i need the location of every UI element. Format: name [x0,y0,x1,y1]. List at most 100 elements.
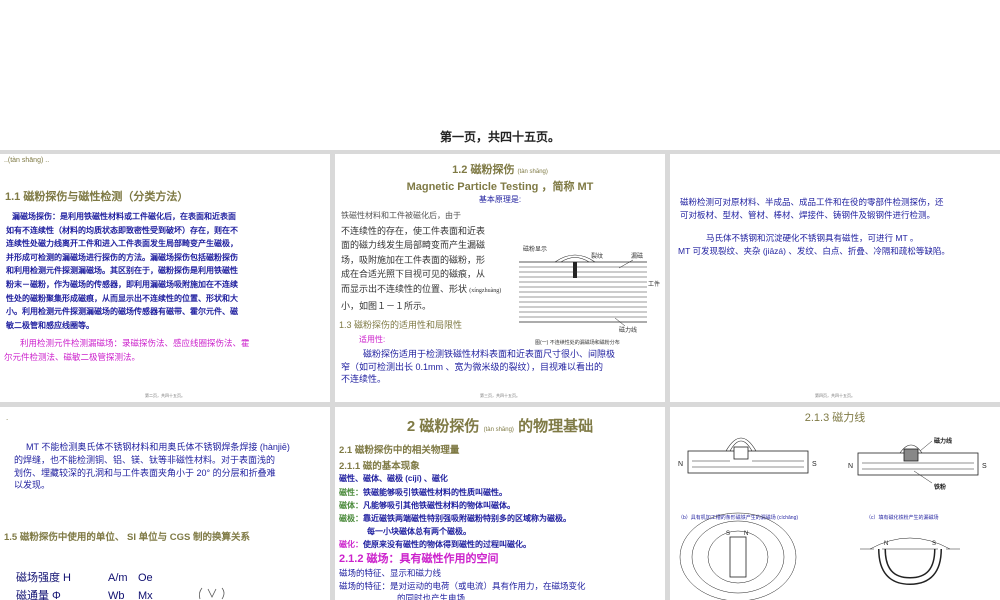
field-lines-diagram: S N [679,512,797,600]
suit-line: 磁粉探伤适用于检测铁磁性材料表面和近表面尺寸很小、间隙极 [363,349,616,359]
def-term: 磁极： [339,514,363,523]
unit-cgs: Mx [138,590,153,600]
suit-line: 窄（如可检测出长 0.1mm 、宽为微米级的裂纹），目视难以看出的 [341,361,604,372]
text-line: 马氏体不锈钢和沉淀硬化不锈钢具有磁性，可进行 MT 。 [706,233,919,243]
fig-label-flux: 磁力线 [619,326,637,334]
pole-n: N [678,461,683,468]
section-heading: 1.3 磁粉探伤的适用性和局限性 [339,320,463,330]
def-row: 磁体：凡能够吸引其他铁磁性材料的物体叫磁体。 [339,499,571,512]
unit-si: Wb [108,590,125,600]
horseshoe-magnet-diagram: N S [860,537,960,586]
slide-1-2: 1.2 磁粉探伤 (tàn shāng) Magnetic Particle T… [335,154,665,402]
caption-b: （b）具有机加工槽的条形磁铁产生的漏磁场 (cíchǎng) [678,514,798,521]
slide-footer: 第三页，共四十五页。 [480,393,520,398]
suit-line: 不连续性。 [341,374,387,384]
slide-title: 1.2 磁粉探伤 (tàn shāng) [335,161,665,177]
title-ruby: (tàn shāng) [517,169,548,175]
magnetic-field-diagrams: N S 磁力线 铁粉 N S （b）具有机加工槽的条形磁铁产生的漏磁场 (cíc… [678,437,987,600]
section-h2: 2.1.1 磁的基本现象 [339,461,420,472]
label-iron: 铁粉 [934,483,946,491]
def-note: 每一小块磁体总有两个磁极。 [367,527,471,536]
def-text: 凡能够吸引其他铁磁性材料的物体叫磁体。 [363,501,515,510]
para-line: 并形成可检测的漏磁场进行探伤的方法。漏磁场探伤包括磁粉探伤 [6,252,238,262]
para-line: 粉末－磁粉，作为磁场的传感器，即利用漏磁场吸附施加在不连续 [6,279,238,289]
text-line: 以发现。 [14,480,51,491]
pole-s: S [932,541,936,547]
para-line: 漏磁场探伤：是利用铁磁性材料或工件磁化后，在表面和近表面 [12,212,236,221]
magenta-methods: 利用检测元件检测漏磁场：录磁探伤法、感应线圈探伤法、霍 尔元件检测法、磁敏二极管… [4,336,250,364]
caption-c: （c）填有磁化铁粉产生的漏磁场 [866,514,939,521]
title-text: 1.2 磁粉探伤 [452,164,515,176]
corner-dot: . [6,413,9,422]
fig-label-powder: 磁粉显示 [523,245,547,253]
def-row: 磁性：铁磁能够吸引铁磁性材料的性质叫磁性。 [339,486,571,499]
text-line: 划伤、埋藏较深的孔洞和与工件表面夹角小于 20° 的分层和折叠难 [14,467,276,478]
slide-title: 2.1.3 磁力线 [804,412,866,424]
detectable-defects: 马氏体不锈钢和沉淀硬化不锈钢具有磁性，可进行 MT 。 MT 可发现裂纹、夹杂 … [678,232,950,257]
method-line: 尔元件检测法、磁敏二极管探测法。 [4,352,141,362]
text-line: 磁场的特征、显示和磁力线 [339,568,442,578]
text-line: 磁粉检测可对原材料、半成品、成品工件和在役的零部件检测探伤，还 [680,197,944,207]
def-term: 磁性： [339,488,363,497]
iron-filled-bar-magnet-diagram: 磁力线 铁粉 N S [848,437,987,491]
body-line: 而显示出不连续性的位置、形状 [341,283,468,294]
def-text: 使原来没有磁性的物体得到磁性的过程叫磁化。 [363,540,531,549]
unit-row: 磁场强度 H A/m Oe [16,569,153,587]
text-line: MT 可发现裂纹、夹杂 (jiāzá) 、发纹、白点、折叠、冷隔和疏松等缺陷。 [678,245,950,256]
page-caption: 第一页，共四十五页。 [439,130,560,144]
def-term: 磁化： [339,540,363,549]
label-flux: 磁力线 [934,437,952,445]
unit-si: A/m [108,572,128,584]
pole-n: N [744,531,748,537]
principle-label: 基本原理是: [478,195,522,204]
para-line: 小。利用检测元件探测漏磁场的磁场传感器有磁带、霍尔元件、磁 [6,307,238,317]
unit-name: 磁场强度 H [16,572,71,584]
fig-label-workpiece: 工件 [648,280,660,288]
text-line: 的同时也产生电场 [397,593,466,600]
def-text: 靠近磁铁两端磁性特别强吸附磁粉特别多的区域称为磁极。 [363,514,571,523]
body-line: 不连续性的存在，使工件表面和近表 [341,225,486,236]
units-heading: 1.5 磁粉探伤中使用的单位、 SI 单位与 CGS 制的换算关系 [4,532,250,543]
body-line: 小，如图１－１所示。 [341,300,432,311]
fig-label-leak: 漏磁 [631,252,643,260]
title-suffix: 的物理基础 [518,418,594,435]
def-term: 磁体： [339,501,363,510]
principle-body: 铁磁性材料和工件被磁化后，由于 不连续性的存在，使工件表面和近表 面的磁力线发生… [341,209,501,313]
pole-n: N [884,541,888,547]
para-line: 如有不连续性（材料的均质状态即致密性受到破坏）存在，则在不 [6,225,238,235]
slide-1-1: ..(tàn shāng) .. 1.1 磁粉探伤与磁性检测（分类方法） 漏磁场… [0,154,330,402]
grooved-bar-magnet-diagram: N S [678,437,817,474]
body-line: 面的磁力线发生局部畸变而产生漏磁 [341,240,486,251]
section-h1: 2.1 磁粉探伤中的相关物理量 [339,445,460,456]
title-ruby: (tàn shāng) [483,427,514,433]
title-text: 2 磁粉探伤 [406,418,480,435]
suitability-label: 适用性: [359,335,386,344]
body-line: 场，吸附施加在工件表面的磁粉，形 [341,254,486,265]
fig-label-crack: 裂纹 [591,252,603,260]
leakage-field-figure: 磁粉显示 裂纹 漏磁 工件 磁力线 图(一) 不连续性处的漏磁场和磁粉分布 [519,245,660,346]
para-line: 敏二极管和感应线圈等。 [6,320,94,330]
def-text: 铁磁能够吸引铁磁性材料的性质叫磁性。 [363,488,507,497]
unit-name: 磁通量 Φ [16,590,61,600]
corner-note: ..(tàn shāng) .. [4,157,50,164]
slide-1-4: . MT 不能检测奥氏体不锈钢材料和用奥氏体不锈钢焊条焊接 (hànjiē) 的… [0,407,330,600]
body-line: 铁磁性材料和工件被磁化后，由于 [341,211,461,220]
field-features: 磁场的特征、显示和磁力线 磁场的特征：是对运动的电荷（或电流）具有作用力，在磁场… [339,567,586,600]
section-h3: 2.1.2 磁场：具有磁性作用的空间 [339,553,499,565]
pole-s: S [812,461,817,468]
text-line: MT 不能检测奥氏体不锈钢材料和用奥氏体不锈钢焊条焊接 (hànjiē) [26,442,290,452]
text-line: 可对板材、型材、管材、棒材、焊接件、铸钢件及锻钢件进行检测。 [680,209,936,220]
method-line: 利用检测元件检测漏磁场：录磁探伤法、感应线圈探伤法、霍 [20,338,250,348]
body-line: 成在合适光照下目视可见的磁痕，从 [341,269,486,280]
terms-heading: 磁性、磁体、磁极 (cíjí) 、磁化 [339,474,448,483]
slide-title: 2 磁粉探伤 (tàn shāng) 的物理基础 [335,415,665,436]
suitability-body: 磁粉探伤适用于检测铁磁性材料表面和近表面尺寸很小、间隙极 窄（如可检测出长 0.… [341,348,615,386]
text-line: 的焊缝，也不能检测铜、铝、镁、钛等非磁性材料。对于表面浅的 [14,454,276,465]
formula-fragment-icon [198,587,225,600]
slide-2-1-3: 2.1.3 磁力线 N S 磁力线 铁粉 N S （b）具有机加工槽的条形磁铁产… [670,407,1000,600]
slide-1-3: 磁粉检测可对原材料、半成品、成品工件和在役的零部件检测探伤，还 可对板材、型材、… [670,154,1000,402]
fig-caption: 图(一) 不连续性处的漏磁场和磁粉分布 [535,339,620,346]
slide-footer: 第二页，共四十五页。 [145,393,185,398]
shape-ruby: (xíngzhuàng) [469,287,502,294]
def-row: 磁极：靠近磁铁两端磁性特别强吸附磁粉特别多的区域称为磁极。 [339,512,571,525]
